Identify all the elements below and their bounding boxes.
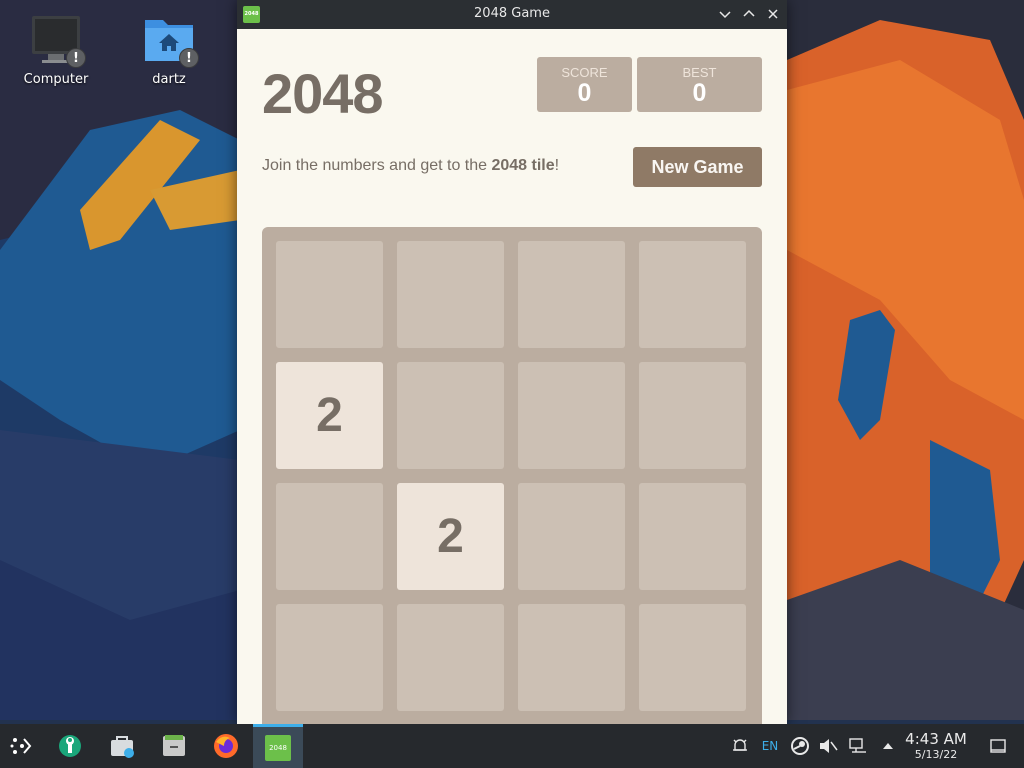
tile-2: 2 bbox=[276, 362, 383, 469]
window-titlebar[interactable]: 2048 2048 Game bbox=[237, 0, 787, 29]
taskbar-file-manager[interactable] bbox=[156, 724, 192, 768]
application-launcher-button[interactable] bbox=[4, 724, 40, 768]
empty-cell bbox=[397, 362, 504, 469]
taskbar-discover[interactable] bbox=[104, 724, 140, 768]
show-desktop-icon bbox=[990, 739, 1006, 753]
empty-cell bbox=[639, 604, 746, 711]
firefox-icon bbox=[214, 734, 238, 758]
game-board[interactable]: 22 bbox=[262, 227, 762, 724]
warning-badge: ! bbox=[179, 48, 199, 68]
empty-cell bbox=[518, 483, 625, 590]
empty-cell bbox=[276, 241, 383, 348]
clock-time: 4:43 AM bbox=[905, 730, 967, 748]
tile-2: 2 bbox=[397, 483, 504, 590]
best-box: BEST 0 bbox=[637, 57, 762, 112]
empty-cell bbox=[639, 241, 746, 348]
alarm-bell-icon bbox=[733, 739, 747, 751]
launcher-icon bbox=[10, 738, 32, 754]
warning-badge: ! bbox=[66, 48, 86, 68]
empty-cell bbox=[397, 241, 504, 348]
new-game-button[interactable]: New Game bbox=[633, 147, 762, 187]
desktop-icon-label: Computer bbox=[23, 72, 89, 87]
close-button[interactable] bbox=[763, 4, 783, 24]
clock-date: 5/13/22 bbox=[914, 748, 958, 761]
chevron-down-icon bbox=[719, 11, 731, 19]
tray-notifications[interactable] bbox=[728, 724, 752, 768]
network-wired-icon bbox=[849, 738, 866, 753]
tray-network[interactable] bbox=[846, 724, 870, 768]
window-title: 2048 Game bbox=[474, 6, 550, 21]
tray-volume[interactable] bbox=[816, 724, 840, 768]
steam-icon bbox=[791, 737, 809, 755]
best-label: BEST bbox=[682, 65, 717, 80]
maximize-button[interactable] bbox=[739, 4, 759, 24]
chevron-up-icon bbox=[743, 9, 755, 17]
tray-expand-button[interactable] bbox=[876, 724, 900, 768]
show-desktop-button[interactable] bbox=[985, 724, 1011, 768]
shopping-bag-icon bbox=[111, 736, 134, 758]
intro-text: Join the numbers and get to the 2048 til… bbox=[262, 157, 560, 174]
empty-cell bbox=[276, 604, 383, 711]
tray-keyboard-layout[interactable]: EN bbox=[758, 724, 782, 768]
archive-icon bbox=[163, 735, 185, 756]
desktop-icon-home-folder[interactable]: ! dartz bbox=[124, 12, 214, 87]
empty-cell bbox=[639, 362, 746, 469]
wrench-settings-icon bbox=[59, 735, 81, 757]
volume-muted-icon bbox=[820, 739, 838, 753]
close-icon bbox=[768, 9, 778, 19]
taskbar: 2048 EN 4:43 AM 5/13/22 bbox=[0, 724, 1024, 768]
game-title: 2048 bbox=[262, 62, 384, 125]
score-value: 0 bbox=[577, 79, 592, 107]
empty-cell bbox=[276, 483, 383, 590]
score-label: SCORE bbox=[561, 65, 608, 80]
empty-cell bbox=[639, 483, 746, 590]
empty-cell bbox=[518, 362, 625, 469]
caret-up-icon bbox=[883, 743, 893, 749]
taskbar-task-2048[interactable]: 2048 bbox=[253, 724, 303, 768]
taskbar-system-settings[interactable] bbox=[52, 724, 88, 768]
digital-clock[interactable]: 4:43 AM 5/13/22 bbox=[900, 730, 972, 762]
desktop-icon-computer[interactable]: ! Computer bbox=[11, 12, 101, 87]
empty-cell bbox=[518, 241, 625, 348]
score-box: SCORE 0 bbox=[537, 57, 632, 112]
best-value: 0 bbox=[692, 79, 707, 107]
tray-steam[interactable] bbox=[788, 724, 812, 768]
taskbar-firefox[interactable] bbox=[208, 724, 244, 768]
empty-cell bbox=[397, 604, 504, 711]
game-window: 2048 2048 Game 2048 SCORE 0 BEST 0 Join … bbox=[237, 0, 787, 724]
empty-cell bbox=[518, 604, 625, 711]
desktop-icon-label: dartz bbox=[152, 72, 186, 87]
minimize-button[interactable] bbox=[715, 4, 735, 24]
app-2048-icon: 2048 bbox=[265, 734, 291, 761]
